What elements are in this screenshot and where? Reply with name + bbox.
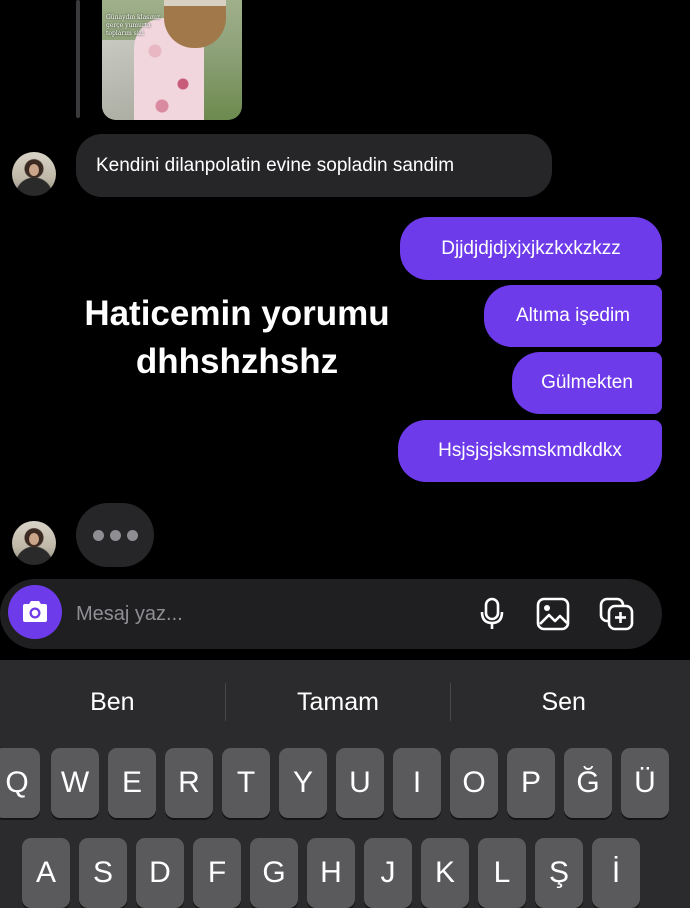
key[interactable]: E: [108, 748, 156, 818]
outgoing-message-bubble[interactable]: Hsjsjsjsksmskmdkdkx: [398, 420, 662, 482]
outgoing-message-bubble[interactable]: Altıma işedim: [484, 285, 662, 347]
chat-thread: Günaydın klasınız gerçe yumurta toplarım…: [0, 0, 690, 660]
typing-dots-icon: [109, 529, 121, 541]
camera-button[interactable]: [8, 585, 62, 639]
key[interactable]: S: [79, 838, 127, 908]
key[interactable]: K: [421, 838, 469, 908]
typing-dots-icon: [126, 529, 138, 541]
key[interactable]: R: [165, 748, 213, 818]
overlay-caption: Haticemin yorumu dhhshzhshz: [70, 290, 404, 386]
key[interactable]: A: [22, 838, 70, 908]
sticker-button[interactable]: [598, 595, 636, 633]
key[interactable]: I: [393, 748, 441, 818]
shared-post-caption: Günaydın klasınız gerçe yumurta toplarım…: [106, 14, 161, 37]
message-input[interactable]: [76, 599, 456, 629]
key[interactable]: Ğ: [564, 748, 612, 818]
key[interactable]: Y: [279, 748, 327, 818]
key[interactable]: O: [450, 748, 498, 818]
message-composer: [0, 579, 662, 649]
key[interactable]: H: [307, 838, 355, 908]
sender-avatar[interactable]: [12, 521, 56, 565]
key[interactable]: D: [136, 838, 184, 908]
outgoing-message-bubble[interactable]: Djjdjdjdjxjxjkzkxkzkzz: [400, 217, 662, 280]
overlay-caption-line2: dhhshzhshz: [135, 342, 339, 381]
key[interactable]: Ü: [621, 748, 669, 818]
outgoing-message-bubble[interactable]: Gülmekten: [512, 352, 662, 414]
suggestion-sen[interactable]: Sen: [451, 688, 676, 717]
suggestion-ben[interactable]: Ben: [0, 688, 225, 717]
microphone-button[interactable]: [473, 595, 511, 633]
key[interactable]: İ: [592, 838, 640, 908]
reply-indicator-bar: [76, 0, 80, 118]
key[interactable]: U: [336, 748, 384, 818]
key[interactable]: G: [250, 838, 298, 908]
key[interactable]: F: [193, 838, 241, 908]
key[interactable]: Q: [0, 748, 40, 818]
sender-avatar[interactable]: [12, 152, 56, 196]
outgoing-message-text: Gülmekten: [541, 372, 633, 393]
outgoing-message-text: Djjdjdjdjxjxjkzkxkzkzz: [441, 237, 621, 259]
key[interactable]: Ş: [535, 838, 583, 908]
gallery-button[interactable]: [534, 595, 572, 633]
incoming-message-text: Kendini dilanpolatin evine sopladin sand…: [96, 154, 455, 176]
key[interactable]: P: [507, 748, 555, 818]
key[interactable]: J: [364, 838, 412, 908]
suggestion-bar: Ben Tamam Sen: [0, 660, 676, 744]
suggestion-tamam[interactable]: Tamam: [226, 688, 451, 717]
key[interactable]: L: [478, 838, 526, 908]
camera-icon: [23, 601, 47, 622]
shared-post-image[interactable]: Günaydın klasınız gerçe yumurta toplarım…: [102, 0, 242, 120]
incoming-message-bubble[interactable]: Kendini dilanpolatin evine sopladin sand…: [76, 134, 552, 197]
outgoing-message-text: Altıma işedim: [515, 305, 631, 326]
gallery-icon: [536, 597, 570, 631]
microphone-icon: [480, 597, 504, 629]
typing-dots-icon: [92, 529, 104, 541]
overlay-caption-line1: Haticemin yorumu: [84, 294, 390, 333]
typing-indicator: [76, 503, 154, 567]
outgoing-message-text: Hsjsjsjsksmskmdkdkx: [438, 440, 622, 461]
keyboard: Ben Tamam Sen Q W E R T Y U I O P Ğ Ü A …: [0, 660, 690, 908]
key[interactable]: W: [51, 748, 99, 818]
key[interactable]: T: [222, 748, 270, 818]
sticker-icon: [599, 597, 634, 631]
